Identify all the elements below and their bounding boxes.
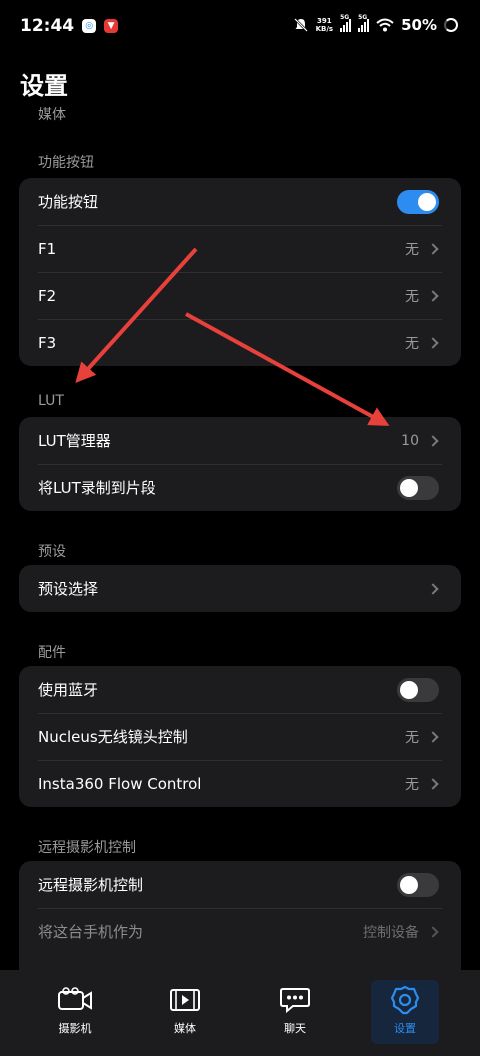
row-label: F2 xyxy=(38,286,57,305)
nav-camera[interactable]: 摄影机 xyxy=(41,980,109,1044)
row-label: 远程摄影机控制 xyxy=(38,876,144,894)
row-label: 功能按钮 xyxy=(38,193,99,211)
chevron-right-icon xyxy=(427,777,439,790)
sim1-label: 5G xyxy=(340,14,350,21)
row-label: 将LUT录制到片段 xyxy=(38,479,156,497)
f2-row[interactable]: F2 无 xyxy=(19,272,461,319)
speed-value: 391 xyxy=(317,17,332,25)
preset-select-row[interactable]: 预设选择 xyxy=(19,565,461,612)
signal-icon-2: 5G xyxy=(358,14,370,32)
row-value: 无 xyxy=(405,241,419,258)
chevron-right-icon xyxy=(427,925,439,938)
row-label: 预设选择 xyxy=(38,580,99,598)
row-label: Nucleus无线镜头控制 xyxy=(38,728,188,746)
wifi-icon xyxy=(376,18,394,32)
bluetooth-row[interactable]: 使用蓝牙 xyxy=(19,666,461,713)
lut-manager-row[interactable]: LUT管理器 10 xyxy=(19,417,461,464)
bluetooth-toggle[interactable] xyxy=(397,677,439,702)
row-label: F3 xyxy=(38,333,57,352)
chevron-right-icon xyxy=(427,242,439,255)
chevron-right-icon xyxy=(427,582,439,595)
media-icon xyxy=(167,986,203,1014)
f1-row[interactable]: F1 无 xyxy=(19,225,461,272)
f3-row[interactable]: F3 无 xyxy=(19,319,461,366)
camera-icon xyxy=(57,986,93,1014)
record-lut-row[interactable]: 将LUT录制到片段 xyxy=(19,464,461,511)
row-label: 使用蓝牙 xyxy=(38,681,99,699)
row-value: 无 xyxy=(405,288,419,305)
nav-settings[interactable]: 设置 xyxy=(371,980,439,1044)
section-label-remote-control: 远程摄影机控制 xyxy=(38,840,136,856)
signal-icon: 5G xyxy=(340,14,352,32)
nav-label: 设置 xyxy=(394,1022,416,1035)
function-buttons-toggle[interactable] xyxy=(397,189,439,214)
flow-control-row[interactable]: Insta360 Flow Control 无 xyxy=(19,760,461,807)
bottom-navigation: 摄影机 媒体 聊天 设置 xyxy=(0,970,480,1056)
row-value: 无 xyxy=(405,335,419,352)
record-lut-toggle[interactable] xyxy=(397,475,439,500)
nav-chat[interactable]: 聊天 xyxy=(261,980,329,1044)
status-time: 12:44 xyxy=(20,16,75,36)
battery-percent: 50% xyxy=(401,16,437,34)
gear-icon xyxy=(387,985,423,1015)
row-label: 将这台手机作为 xyxy=(38,923,144,941)
row-label: Insta360 Flow Control xyxy=(38,774,202,793)
speed-unit: KB/s xyxy=(315,25,334,33)
lut-card: LUT管理器 10 将LUT录制到片段 xyxy=(19,417,461,511)
chevron-right-icon xyxy=(427,434,439,447)
row-label: F1 xyxy=(38,239,57,258)
chevron-right-icon xyxy=(427,730,439,743)
network-speed: 391 KB/s xyxy=(316,17,333,33)
accessories-card: 使用蓝牙 Nucleus无线镜头控制 无 Insta360 Flow Contr… xyxy=(19,666,461,807)
mute-icon xyxy=(293,18,308,32)
row-value: 10 xyxy=(401,432,419,449)
section-label-accessories: 配件 xyxy=(38,645,66,661)
function-buttons-card: 功能按钮 F1 无 F2 无 F3 无 xyxy=(19,178,461,366)
row-value: 控制设备 xyxy=(363,924,419,941)
row-value: 无 xyxy=(405,729,419,746)
nav-label: 媒体 xyxy=(174,1022,196,1035)
status-bar: 12:44 ◎ ▼ 391 KB/s 5G 5G 50% xyxy=(0,0,480,52)
nucleus-row[interactable]: Nucleus无线镜头控制 无 xyxy=(19,713,461,760)
battery-icon xyxy=(444,18,458,32)
app-notification-icon: ◎ xyxy=(82,19,97,33)
phone-role-row[interactable]: 将这台手机作为 控制设备 xyxy=(19,908,461,955)
preset-card: 预设选择 xyxy=(19,565,461,612)
remote-control-row[interactable]: 远程摄影机控制 xyxy=(19,861,461,908)
app-notification-icon-2: ▼ xyxy=(104,19,119,33)
sim2-label: 5G xyxy=(358,14,368,21)
row-value: 无 xyxy=(405,776,419,793)
section-label-function-buttons: 功能按钮 xyxy=(38,155,94,171)
chevron-right-icon xyxy=(427,336,439,349)
remote-control-toggle[interactable] xyxy=(397,872,439,897)
remote-control-card: 远程摄影机控制 将这台手机作为 控制设备 xyxy=(19,861,461,970)
section-label-lut: LUT xyxy=(38,393,64,409)
nav-media[interactable]: 媒体 xyxy=(151,980,219,1044)
section-label-preset: 预设 xyxy=(38,544,66,560)
nav-label: 聊天 xyxy=(284,1022,306,1035)
chevron-right-icon xyxy=(427,289,439,302)
chat-icon xyxy=(277,986,313,1014)
row-label: LUT管理器 xyxy=(38,432,111,450)
page-title: 设置 xyxy=(20,72,68,100)
function-buttons-toggle-row[interactable]: 功能按钮 xyxy=(19,178,461,225)
nav-label: 摄影机 xyxy=(58,1022,92,1035)
section-label-media: 媒体 xyxy=(38,107,66,123)
